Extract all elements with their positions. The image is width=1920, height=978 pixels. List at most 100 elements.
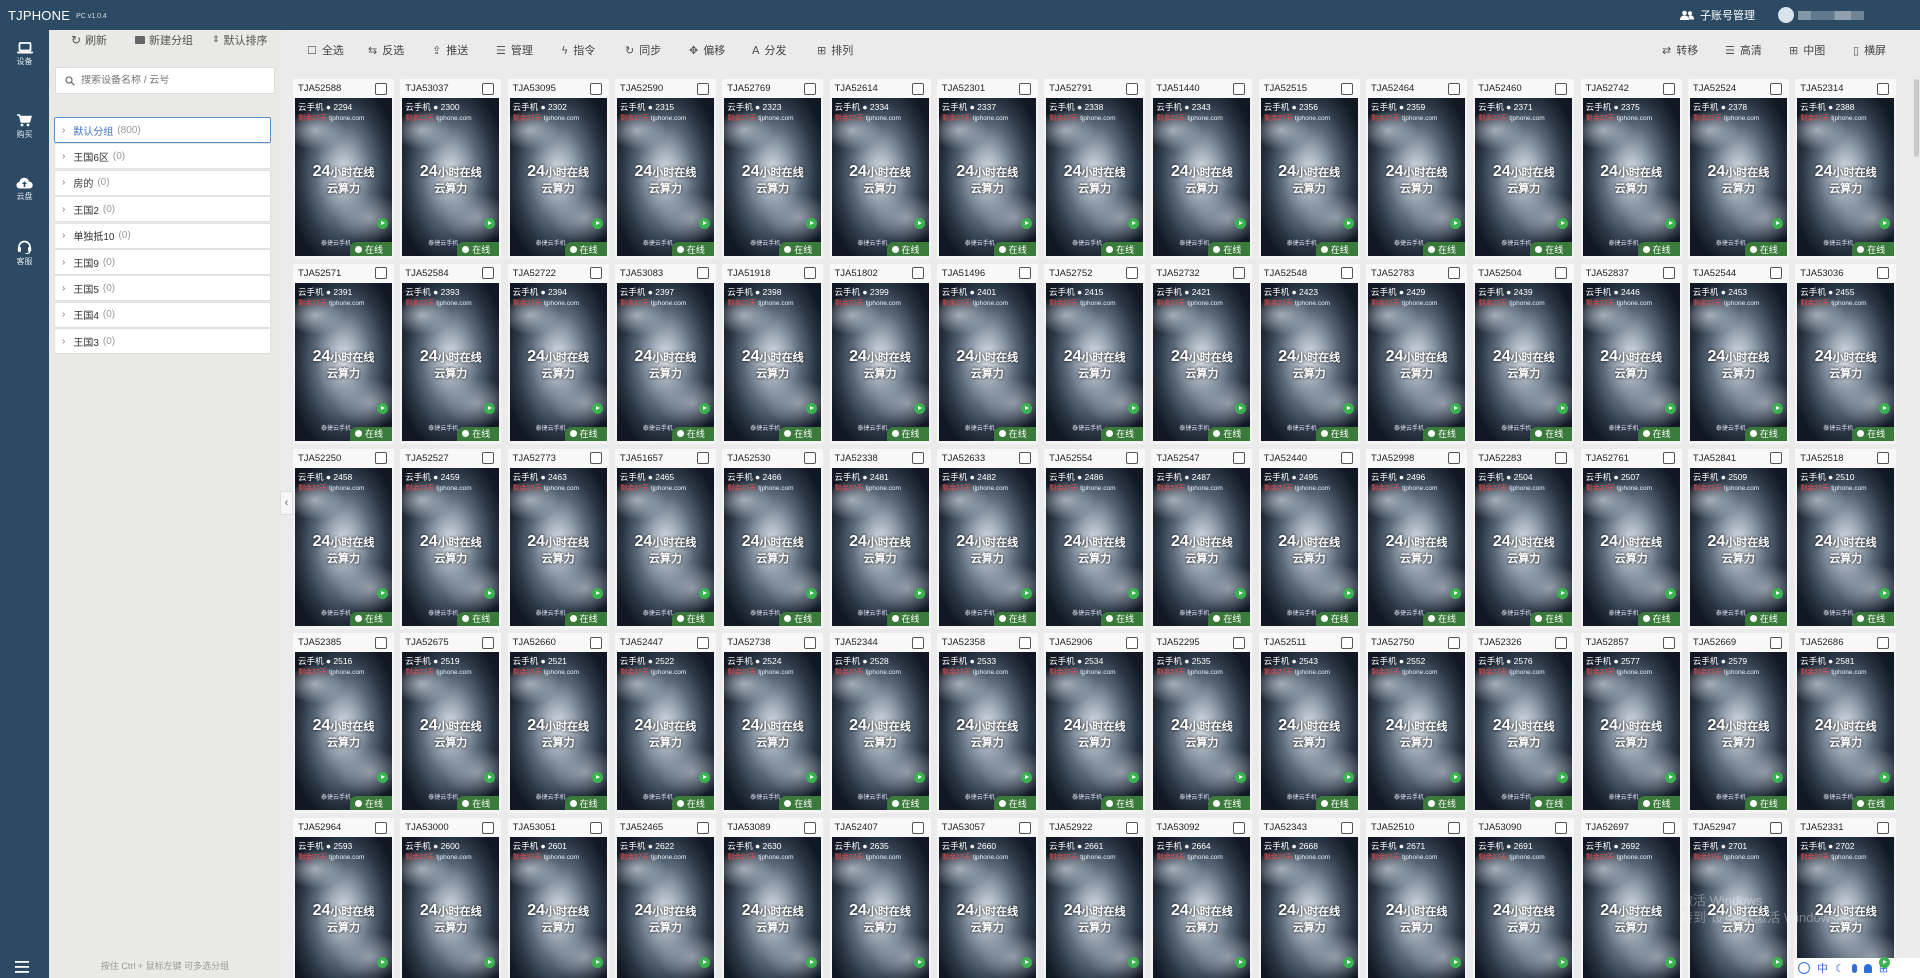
device-screen-preview[interactable]: 云手机 ● 2459 剩余27天 tjphone.com 24小时在线 云算力 泰捷云手机… bbox=[402, 467, 500, 626]
device-card[interactable]: TJA52742 云手机 ● 2375 剩余27天 tjphone.com 24小时在线… bbox=[1580, 79, 1682, 259]
device-card[interactable]: TJA52571 云手机 ● 2391 剩余27天 tjphone.com 24小时在线… bbox=[293, 263, 394, 444]
device-select-checkbox[interactable] bbox=[375, 267, 387, 280]
device-card[interactable]: TJA52588 云手机 ● 2294 剩余27天 tjphone.com 24小时在线… bbox=[293, 79, 394, 259]
device-screen-preview[interactable]: 云手机 ● 2543 剩余27天 tjphone.com 24小时在线 云算力 泰捷云手机… bbox=[1260, 652, 1358, 811]
toolbar-font-button[interactable]: A 分发 bbox=[752, 41, 787, 59]
device-card[interactable]: TJA52857 云手机 ● 2577 剩余27天 tjphone.com 24小时在线… bbox=[1580, 633, 1682, 814]
device-card[interactable]: TJA52732 云手机 ● 2421 剩余27天 tjphone.com 24小时在线… bbox=[1151, 263, 1253, 444]
toolbar-upload-button[interactable]: ⇪ 推送 bbox=[432, 41, 468, 59]
device-screen-preview[interactable]: 云手机 ● 2466 剩余27天 tjphone.com 24小时在线 云算力 泰捷云手机… bbox=[724, 467, 822, 626]
device-card[interactable]: TJA52761 云手机 ● 2507 剩余27天 tjphone.com 24小时在线… bbox=[1580, 448, 1682, 629]
device-card[interactable]: TJA52964 云手机 ● 2593 剩余27天 tjphone.com 24小时在线… bbox=[293, 818, 394, 978]
sort-button[interactable]: ⇕ 默认排序 bbox=[212, 30, 268, 50]
toolbar-grid-button[interactable]: ⊞ 排列 bbox=[817, 41, 853, 59]
device-card[interactable]: TJA52407 云手机 ● 2635 剩余27天 tjphone.com 24小时在线… bbox=[829, 818, 931, 978]
device-screen-preview[interactable]: 云手机 ● 2388 剩余27天 tjphone.com 24小时在线 云算力 泰捷云手机… bbox=[1797, 98, 1895, 256]
device-select-checkbox[interactable] bbox=[1769, 821, 1782, 834]
device-select-checkbox[interactable] bbox=[1448, 82, 1460, 95]
device-select-checkbox[interactable] bbox=[804, 636, 817, 649]
device-screen-preview[interactable]: 云手机 ● 2378 剩余27天 tjphone.com 24小时在线 云算力 泰捷云手机… bbox=[1689, 98, 1787, 256]
device-card[interactable]: TJA52837 云手机 ● 2446 剩余27天 tjphone.com 24小时在线… bbox=[1580, 263, 1682, 444]
device-screen-preview[interactable]: 云手机 ● 2635剩余27天tjphone.com24小时在线云算力泰捷云手机… bbox=[831, 837, 929, 978]
device-screen-preview[interactable]: 云手机 ● 2504 剩余27天 tjphone.com 24小时在线 云算力 泰捷云手机… bbox=[1475, 467, 1573, 626]
device-screen-preview[interactable]: 云手机 ● 2334 剩余27天 tjphone.com 24小时在线 云算力 泰捷云手机… bbox=[831, 98, 929, 256]
device-screen-preview[interactable]: 云手机 ● 2453 剩余27天 tjphone.com 24小时在线 云算力 泰捷云手机… bbox=[1689, 282, 1787, 441]
device-select-checkbox[interactable] bbox=[589, 821, 602, 834]
device-card[interactable]: TJA51496 云手机 ● 2401 剩余27天 tjphone.com 24小时在线… bbox=[936, 263, 1038, 444]
device-select-checkbox[interactable] bbox=[375, 821, 387, 834]
group-item[interactable]: › 单独抵10 (0) bbox=[54, 222, 271, 249]
device-screen-preview[interactable]: 云手机 ● 2401 剩余27天 tjphone.com 24小时在线 云算力 泰捷云手机… bbox=[938, 282, 1036, 441]
device-screen-preview[interactable]: 云手机 ● 2600剩余27天tjphone.com24小时在线云算力泰捷云手机… bbox=[402, 837, 500, 978]
device-screen-preview[interactable]: 云手机 ● 2423 剩余27天 tjphone.com 24小时在线 云算力 泰捷云手机… bbox=[1260, 282, 1358, 441]
device-card[interactable]: TJA52301 云手机 ● 2337 剩余27天 tjphone.com 24小时在线… bbox=[936, 79, 1038, 259]
device-select-checkbox[interactable] bbox=[911, 82, 924, 95]
device-card[interactable]: TJA52530 云手机 ● 2466 剩余27天 tjphone.com 24小时在线… bbox=[722, 448, 824, 629]
device-card[interactable]: TJA52548 云手机 ● 2423 剩余27天 tjphone.com 24小时在线… bbox=[1258, 263, 1360, 444]
device-screen-preview[interactable]: 云手机 ● 2579 剩余27天 tjphone.com 24小时在线 云算力 泰捷云手机… bbox=[1689, 652, 1787, 811]
device-card[interactable]: TJA52633 云手机 ● 2482 剩余27天 tjphone.com 24小时在线… bbox=[936, 448, 1038, 629]
device-screen-preview[interactable]: 云手机 ● 2323 剩余27天 tjphone.com 24小时在线 云算力 泰捷云手机… bbox=[724, 98, 822, 256]
device-select-checkbox[interactable] bbox=[1877, 452, 1890, 465]
device-select-checkbox[interactable] bbox=[1340, 267, 1353, 280]
device-card[interactable]: TJA52769 云手机 ● 2323 剩余27天 tjphone.com 24小时在线… bbox=[722, 79, 824, 259]
device-screen-preview[interactable]: 云手机 ● 2601剩余27天tjphone.com24小时在线云算力泰捷云手机… bbox=[509, 837, 607, 978]
device-card[interactable]: TJA52675 云手机 ● 2519 剩余27天 tjphone.com 24小时在线… bbox=[400, 633, 502, 814]
device-select-checkbox[interactable] bbox=[911, 267, 924, 280]
device-card[interactable]: TJA52385 云手机 ● 2516 剩余27天 tjphone.com 24小时在线… bbox=[293, 633, 394, 814]
device-screen-preview[interactable]: 云手机 ● 2622剩余27天tjphone.com24小时在线云算力泰捷云手机… bbox=[616, 837, 714, 978]
device-screen-preview[interactable]: 云手机 ● 2510 剩余27天 tjphone.com 24小时在线 云算力 泰捷云手机… bbox=[1797, 467, 1895, 626]
device-select-checkbox[interactable] bbox=[1448, 267, 1460, 280]
device-select-checkbox[interactable] bbox=[1233, 82, 1246, 95]
device-card[interactable]: TJA52338 云手机 ● 2481 剩余27天 tjphone.com 24小时在线… bbox=[829, 448, 931, 629]
new-group-button[interactable]: 新建分组 bbox=[135, 30, 193, 50]
device-select-checkbox[interactable] bbox=[375, 636, 387, 649]
device-card[interactable]: TJA52697 云手机 ● 2692 剩余27天 tjphone.com 24小时在线… bbox=[1580, 818, 1682, 978]
device-select-checkbox[interactable] bbox=[1877, 267, 1890, 280]
device-screen-preview[interactable]: 云手机 ● 2521 剩余27天 tjphone.com 24小时在线 云算力 泰捷云手机… bbox=[509, 652, 607, 811]
device-select-checkbox[interactable] bbox=[482, 82, 495, 95]
device-select-checkbox[interactable] bbox=[911, 636, 924, 649]
device-select-checkbox[interactable] bbox=[1662, 267, 1675, 280]
device-card[interactable]: TJA52314 云手机 ● 2388 剩余27天 tjphone.com 24小时在线… bbox=[1795, 79, 1897, 259]
device-select-checkbox[interactable] bbox=[1340, 452, 1353, 465]
device-card[interactable]: TJA52295 云手机 ● 2535 剩余27天 tjphone.com 24小时在线… bbox=[1151, 633, 1253, 814]
device-card[interactable]: TJA52554 云手机 ● 2486 剩余27天 tjphone.com 24小时在线… bbox=[1044, 448, 1146, 629]
user-name-blurred[interactable] bbox=[1798, 11, 1864, 20]
device-card[interactable]: TJA52998 云手机 ● 2496 剩余27天 tjphone.com 24小时在线… bbox=[1366, 448, 1467, 629]
device-select-checkbox[interactable] bbox=[1555, 82, 1568, 95]
device-select-checkbox[interactable] bbox=[482, 267, 495, 280]
device-select-checkbox[interactable] bbox=[1448, 636, 1460, 649]
device-screen-preview[interactable]: 云手机 ● 2371 剩余27天 tjphone.com 24小时在线 云算力 泰捷云手机… bbox=[1475, 98, 1573, 256]
device-card[interactable]: TJA53090 云手机 ● 2691 剩余27天 tjphone.com 24小时在线… bbox=[1473, 818, 1575, 978]
toolbar-move-button[interactable]: ✥ 偏移 bbox=[689, 41, 725, 59]
device-screen-preview[interactable]: 云手机 ● 2415 剩余27天 tjphone.com 24小时在线 云算力 泰捷云手机… bbox=[1046, 282, 1144, 441]
device-screen-preview[interactable]: 云手机 ● 2399 剩余27天 tjphone.com 24小时在线 云算力 泰捷云手机… bbox=[831, 282, 929, 441]
device-card[interactable]: TJA53095 云手机 ● 2302 剩余27天 tjphone.com 24小时在线… bbox=[507, 79, 609, 259]
device-card[interactable]: TJA52515 云手机 ● 2356 剩余27天 tjphone.com 24小时在线… bbox=[1258, 79, 1360, 259]
group-item[interactable]: › 房的 (0) bbox=[54, 169, 271, 196]
device-card[interactable]: TJA52527 云手机 ● 2459 剩余27天 tjphone.com 24小时在线… bbox=[400, 448, 502, 629]
device-card[interactable]: TJA52547 云手机 ● 2487 剩余27天 tjphone.com 24小时在线… bbox=[1151, 448, 1253, 629]
device-screen-preview[interactable]: 云手机 ● 2343 剩余27天 tjphone.com 24小时在线 云算力 泰捷云手机… bbox=[1153, 98, 1251, 256]
device-screen-preview[interactable]: 云手机 ● 2463 剩余27天 tjphone.com 24小时在线 云算力 泰捷云手机… bbox=[509, 467, 607, 626]
device-screen-preview[interactable]: 云手机 ● 2701剩余27天tjphone.com24小时在线云算力泰捷云手机… bbox=[1689, 837, 1787, 978]
device-select-checkbox[interactable] bbox=[1340, 636, 1353, 649]
device-screen-preview[interactable]: 云手机 ● 2487 剩余27天 tjphone.com 24小时在线 云算力 泰捷云手机… bbox=[1153, 467, 1251, 626]
device-screen-preview[interactable]: 云手机 ● 2507 剩余27天 tjphone.com 24小时在线 云算力 泰捷云手机… bbox=[1582, 467, 1680, 626]
device-card[interactable]: TJA52524 云手机 ● 2378 剩余27天 tjphone.com 24小时在线… bbox=[1687, 79, 1789, 259]
device-screen-preview[interactable]: 云手机 ● 2338 剩余27天 tjphone.com 24小时在线 云算力 泰捷云手机… bbox=[1046, 98, 1144, 256]
device-card[interactable]: TJA51918 云手机 ● 2398 剩余27天 tjphone.com 24小时在线… bbox=[722, 263, 824, 444]
ime-toolbar[interactable]: 中 ☾ ⊞ bbox=[1794, 958, 1920, 978]
device-screen-preview[interactable]: 云手机 ● 2535 剩余27天 tjphone.com 24小时在线 云算力 泰捷云手机… bbox=[1153, 652, 1251, 811]
device-select-checkbox[interactable] bbox=[1018, 267, 1031, 280]
device-card[interactable]: TJA52614 云手机 ● 2334 剩余27天 tjphone.com 24小时在线… bbox=[829, 79, 931, 259]
device-screen-preview[interactable]: 云手机 ● 2375 剩余27天 tjphone.com 24小时在线 云算力 泰捷云手机… bbox=[1582, 98, 1680, 256]
device-screen-preview[interactable]: 云手机 ● 2509 剩余27天 tjphone.com 24小时在线 云算力 泰捷云手机… bbox=[1689, 467, 1787, 626]
device-select-checkbox[interactable] bbox=[1769, 82, 1782, 95]
toolbar-invert-button[interactable]: ⇆ 反选 bbox=[368, 41, 404, 59]
device-select-checkbox[interactable] bbox=[589, 267, 602, 280]
device-screen-preview[interactable]: 云手机 ● 2630剩余27天tjphone.com24小时在线云算力泰捷云手机… bbox=[724, 837, 822, 978]
device-screen-preview[interactable]: 云手机 ● 2660剩余27天tjphone.com24小时在线云算力泰捷云手机… bbox=[938, 837, 1036, 978]
device-select-checkbox[interactable] bbox=[375, 82, 387, 95]
